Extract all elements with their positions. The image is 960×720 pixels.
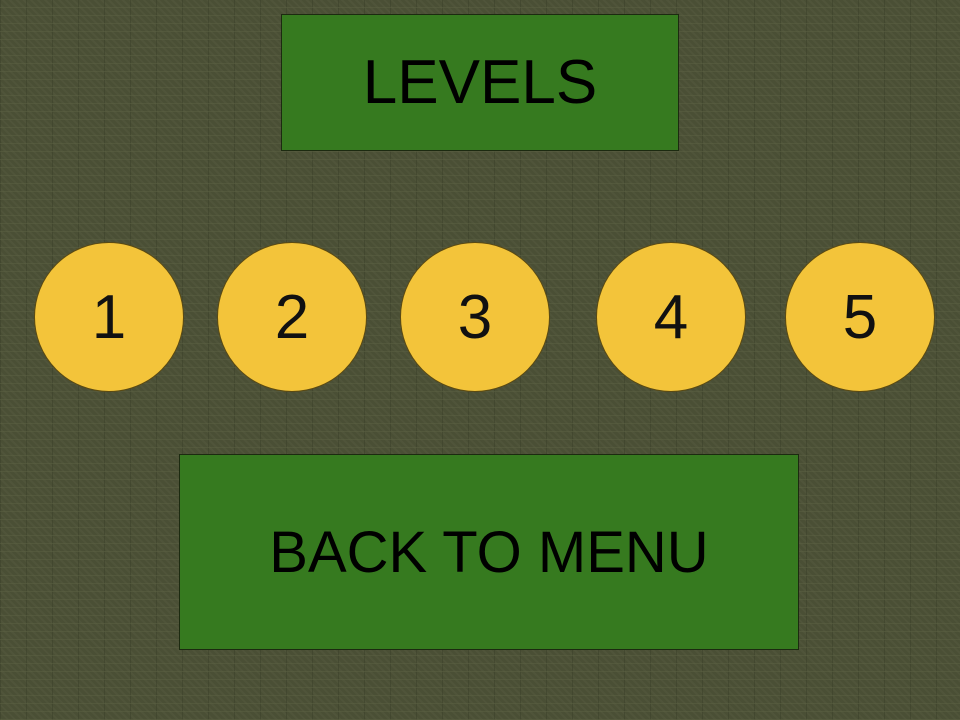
level-3-label: 3: [457, 282, 493, 352]
level-4-label: 4: [653, 282, 689, 352]
level-2-label: 2: [274, 282, 310, 352]
level-5-label: 5: [842, 282, 878, 352]
back-to-menu-button[interactable]: BACK TO MENU: [179, 454, 799, 650]
back-to-menu-label: BACK TO MENU: [269, 519, 709, 585]
levels-title-panel: LEVELS: [281, 14, 679, 151]
level-1-label: 1: [91, 282, 127, 352]
level-3-button[interactable]: 3: [400, 242, 550, 392]
level-2-button[interactable]: 2: [217, 242, 367, 392]
page-title: LEVELS: [362, 48, 598, 117]
level-1-button[interactable]: 1: [34, 242, 184, 392]
level-4-button[interactable]: 4: [596, 242, 746, 392]
level-5-button[interactable]: 5: [785, 242, 935, 392]
